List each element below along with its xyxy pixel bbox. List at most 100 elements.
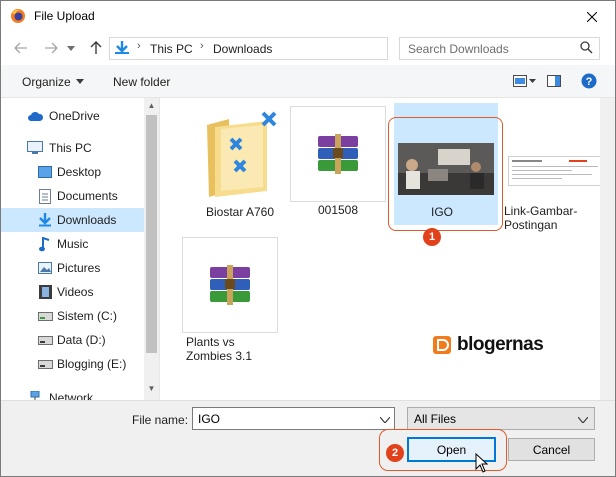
chevron-down-icon[interactable] [379,412,391,426]
file-item-label: Plants vs Zombies 3.1 [186,335,253,363]
back-button[interactable] [11,38,31,58]
annotation-badge: 1 [423,228,441,246]
download-arrow-icon [37,212,53,228]
title-bar: File Upload [1,1,615,32]
documents-icon [37,188,53,204]
sidebar-item-desktop[interactable]: Desktop [1,160,144,184]
navigation-pane-scrollbar[interactable]: ▲ ▼ [144,98,159,400]
cloud-icon [27,108,43,124]
blogernas-watermark: blogernas [433,334,544,356]
folder-icon [192,108,288,202]
file-item-label: 001508 [317,203,359,217]
forward-button[interactable] [41,38,61,58]
chevron-down-icon [577,412,589,426]
file-upload-dialog: File Upload › This PC › Downloads Search… [0,0,616,477]
sidebar-item-label: Sistem (C:) [57,309,117,323]
archive-icon [182,237,278,333]
sidebar-item-videos[interactable]: Videos [1,280,144,304]
computer-icon [27,140,43,156]
sidebar-item-sistem-c[interactable]: Sistem (C:) [1,304,144,328]
filename-value: IGO [198,412,221,426]
sidebar-item-network[interactable]: Network [1,386,144,400]
forward-arrow-icon [45,42,58,54]
sidebar-item-downloads[interactable]: Downloads [1,208,144,232]
file-type-select[interactable]: All Files [407,407,595,430]
sidebar-item-label: Network [49,391,94,400]
command-toolbar: Organize New folder ? [1,65,615,98]
sidebar-item-this-pc[interactable]: This PC [1,136,144,160]
sidebar-item-label: OneDrive [49,109,100,123]
sidebar-item-label: Pictures [57,261,101,275]
archive-icon [290,106,386,202]
file-item-biostar-a760[interactable]: Biostar A760 [192,108,288,226]
music-note-icon [37,236,53,252]
drive-icon [37,308,53,324]
pictures-icon [37,260,53,276]
cancel-button[interactable]: Cancel [508,438,595,461]
file-type-value: All Files [414,412,457,426]
svg-text:?: ? [586,76,593,88]
sidebar-item-music[interactable]: Music [1,232,144,256]
sidebar-item-documents[interactable]: Documents [1,184,144,208]
navigation-pane: OneDrive This PC Desktop Documents Downl… [1,98,160,400]
filename-input[interactable]: IGO [192,407,395,430]
organize-menu[interactable]: Organize [22,75,71,89]
sidebar-item-label: Videos [57,285,94,299]
desktop-icon [37,164,53,180]
annotation-badge: 2 [386,444,404,462]
breadcrumb-separator: › [137,40,141,52]
breadcrumb-downloads[interactable]: Downloads [213,42,272,56]
window-title: File Upload [34,9,95,23]
sidebar-item-onedrive[interactable]: OneDrive [1,104,144,128]
up-button[interactable] [86,38,106,58]
file-list-scrollbar[interactable] [600,98,615,400]
sidebar-item-label: Desktop [57,165,102,179]
firefox-icon [10,8,26,24]
sidebar-item-data-d[interactable]: Data (D:) [1,328,144,352]
dialog-footer: File name: IGO All Files Open Cancel [1,400,615,476]
sidebar-item-label: Music [57,237,89,251]
search-input[interactable]: Search Downloads [408,42,509,56]
back-arrow-icon [14,42,27,54]
sidebar-item-label: Documents [57,189,118,203]
filename-label: File name: [132,413,189,427]
sidebar-item-label: Downloads [57,213,117,227]
file-item-001508[interactable]: 001508 [290,106,386,224]
drive-icon [37,356,53,372]
close-icon [587,11,597,22]
network-icon [27,390,43,400]
scroll-down-arrow-icon[interactable]: ▼ [144,381,159,396]
scroll-up-arrow-icon[interactable]: ▲ [144,98,159,113]
file-item-link-gambar-postingan[interactable]: Link-Gambar-Postingan [504,106,600,236]
sidebar-item-label: Data (D:) [57,333,106,347]
up-arrow-icon [90,41,102,54]
address-bar[interactable]: › This PC › Downloads [109,37,485,60]
mouse-cursor-icon [475,453,489,473]
search-icon [580,41,593,57]
chevron-down-icon [71,72,89,90]
help-icon: ? [581,73,597,89]
chevron-down-icon [67,45,75,51]
navigation-bar: › This PC › Downloads Search Downloads [1,32,615,65]
view-options-dropdown[interactable] [527,72,537,90]
blogernas-logo-icon [433,336,451,354]
scrollbar-thumb[interactable] [146,115,157,353]
sidebar-item-blogging-e[interactable]: Blogging (E:) [1,352,144,376]
new-folder-button[interactable]: New folder [113,75,170,89]
watermark-text: blogernas [457,334,544,355]
file-item-plants-vs-zombies[interactable]: Plants vs Zombies 3.1 [182,237,278,367]
help-button[interactable]: ? [580,72,598,90]
film-icon [37,284,53,300]
sidebar-item-label: Blogging (E:) [57,357,127,371]
chevron-down-icon [528,79,536,83]
sidebar-item-pictures[interactable]: Pictures [1,256,144,280]
preview-pane-icon [547,75,561,87]
breadcrumb-separator: › [200,40,204,52]
recent-locations-button[interactable] [65,38,77,58]
search-box[interactable]: Search Downloads [399,37,600,60]
close-button[interactable] [569,1,615,32]
breadcrumb-this-pc[interactable]: This PC [150,42,193,56]
image-thumbnail [508,156,600,186]
preview-pane-button[interactable] [545,72,563,90]
view-icon [513,75,527,87]
